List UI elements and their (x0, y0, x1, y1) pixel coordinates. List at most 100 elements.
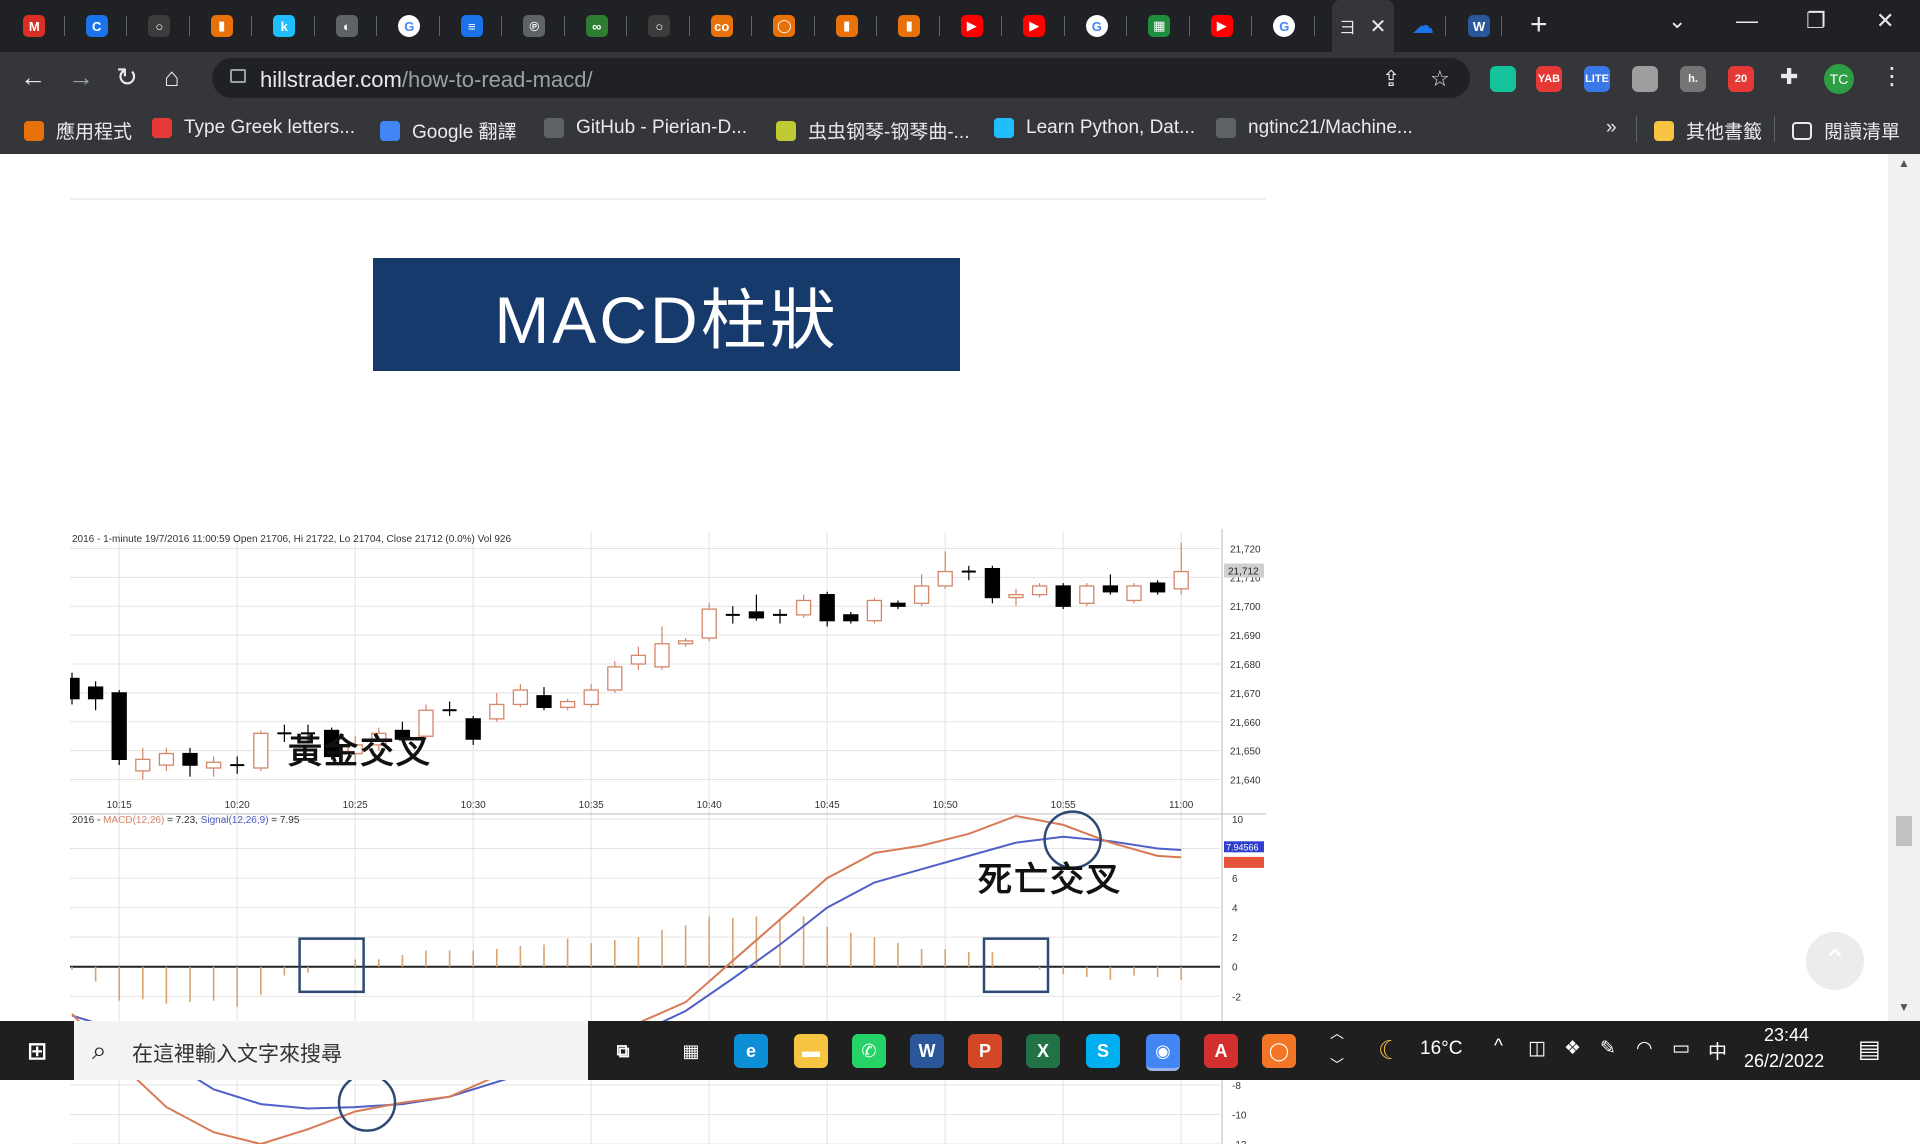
candle-body (654, 643, 670, 668)
bookmark-item[interactable]: Type Greek letters... (152, 117, 355, 139)
youtube-icon: ▶ (1023, 15, 1046, 37)
tab-9[interactable]: ∞ (567, 0, 627, 52)
bookmark-star-icon[interactable]: ☆ (1430, 66, 1450, 92)
task-view-icon[interactable]: ⧉ (606, 1034, 640, 1068)
globe-icon: ◐ (335, 15, 358, 37)
tab-3[interactable]: ▮ (192, 0, 252, 52)
scrollbar-thumb[interactable] (1896, 816, 1912, 846)
time-tick-label: 10:25 (343, 800, 368, 811)
bookmark-item[interactable]: GitHub - Pierian-D... (544, 117, 747, 139)
office-icon[interactable] (1632, 66, 1658, 92)
clock-date[interactable]: 26/2/2022 (1744, 1051, 1824, 1072)
forward-arrow-icon[interactable]: → (68, 62, 94, 92)
share-icon[interactable]: ⇪ (1382, 66, 1400, 92)
menu-kebab-icon[interactable]: ⋮ (1880, 62, 1904, 92)
tab-17[interactable]: G (1067, 0, 1127, 52)
bookmark-item[interactable]: Google 翻譯 (380, 117, 517, 144)
back-arrow-icon[interactable]: ← (20, 62, 46, 92)
h-icon[interactable]: h. (1680, 66, 1706, 92)
tab-4[interactable]: k (254, 0, 315, 52)
tab-10[interactable]: ○ (629, 0, 690, 52)
new-tab-plus-icon[interactable]: + (1530, 10, 1548, 40)
battery-icon[interactable]: ▭ (1672, 1037, 1690, 1060)
notification-icon[interactable]: ▤ (1858, 1035, 1881, 1064)
tab-word[interactable]: W (1456, 0, 1502, 52)
jupyter-icon[interactable]: ◯ (1262, 1034, 1296, 1068)
windows-start-icon[interactable]: ⊞ (20, 1034, 54, 1068)
tab-8[interactable]: ℗ (504, 0, 565, 52)
show-hidden-icons-icon[interactable]: ^ (1494, 1036, 1503, 1058)
tray-overflow-down-icon[interactable]: ﹀ (1330, 1055, 1344, 1075)
excel-icon[interactable]: X (1026, 1034, 1060, 1068)
meet-now-icon[interactable]: ◫ (1528, 1037, 1546, 1060)
minimize-icon[interactable]: — (1736, 8, 1758, 34)
weather-temp[interactable]: 16°C (1420, 1038, 1462, 1060)
dropbox-icon[interactable]: ❖ (1564, 1037, 1581, 1060)
macd-tick-label: -12 (1232, 1140, 1247, 1144)
word-icon[interactable]: W (910, 1034, 944, 1068)
reload-icon[interactable]: ↻ (116, 62, 138, 92)
scroll-up-arrow-icon[interactable]: ▲ (1898, 156, 1910, 170)
page-scrollbar[interactable]: ▲ ▼ (1888, 154, 1920, 1021)
tab-14[interactable]: ▮ (879, 0, 940, 52)
tab-search-chevron-icon[interactable]: ⌄ (1668, 8, 1686, 34)
yab-icon[interactable]: YAB (1536, 66, 1562, 92)
tray-overflow-up-icon[interactable]: ︿ (1330, 1023, 1344, 1043)
tab-2[interactable]: ○ (129, 0, 190, 52)
extensions-puzzle-icon[interactable]: ✚ (1780, 62, 1798, 92)
tab-1[interactable]: C (67, 0, 127, 52)
tab-7[interactable]: ≡ (442, 0, 502, 52)
ime-indicator[interactable]: 中 (1708, 1037, 1727, 1064)
tab-5[interactable]: ◐ (317, 0, 377, 52)
moon-weather-icon[interactable]: ☾ (1378, 1035, 1401, 1066)
home-icon[interactable]: ⌂ (164, 62, 180, 92)
skype-icon[interactable]: S (1086, 1034, 1120, 1068)
edge-icon[interactable]: e (734, 1034, 768, 1068)
clock-time[interactable]: 23:44 (1764, 1025, 1809, 1046)
scroll-down-arrow-icon[interactable]: ▼ (1898, 1000, 1910, 1014)
grammarly-icon[interactable] (1490, 66, 1516, 92)
bookmark-item[interactable]: 虫虫钢琴-钢琴曲-... (776, 117, 970, 144)
lite-icon[interactable]: LITE (1584, 66, 1610, 92)
price-tick-label: 21,700 (1230, 602, 1261, 613)
chrome-icon[interactable]: ◉ (1146, 1034, 1180, 1071)
tab-16[interactable]: ▶ (1004, 0, 1065, 52)
bookmark-item[interactable]: 應用程式 (24, 117, 132, 144)
file-explorer-icon[interactable]: ▬ (794, 1034, 828, 1068)
store-icon[interactable]: ▦ (674, 1034, 708, 1068)
pen-icon[interactable]: ✎ (1600, 1037, 1616, 1060)
tab-6[interactable]: G (379, 0, 440, 52)
bookmarks-more-icon[interactable]: » (1606, 117, 1617, 139)
tab-11[interactable]: co (692, 0, 752, 52)
active-tab[interactable]: 彐 ✕ (1332, 0, 1394, 52)
acrobat-icon[interactable]: A (1204, 1034, 1238, 1068)
wifi-icon[interactable]: ◠ (1636, 1037, 1653, 1060)
bookmark-item[interactable]: Learn Python, Dat... (994, 117, 1195, 139)
tab-20[interactable]: G (1254, 0, 1315, 52)
tab-13[interactable]: ▮ (817, 0, 877, 52)
abp-icon[interactable]: 20 (1728, 66, 1754, 92)
tab-onedrive[interactable]: ☁ (1400, 0, 1446, 52)
macd-tick-label: 6 (1232, 874, 1238, 885)
close-icon[interactable]: ✕ (1370, 14, 1387, 39)
macd-tick-label: -10 (1232, 1110, 1247, 1121)
bookmark-item[interactable]: ngtinc21/Machine... (1216, 117, 1413, 139)
other-bookmarks[interactable]: 其他書籤 (1654, 117, 1762, 144)
restore-icon[interactable]: ❐ (1806, 8, 1826, 34)
tab-15[interactable]: ▶ (942, 0, 1002, 52)
url-text[interactable]: hillstrader.com/how-to-read-macd/ (260, 67, 593, 93)
close-window-icon[interactable]: ✕ (1876, 8, 1894, 34)
whatsapp-icon[interactable]: ✆ (852, 1034, 886, 1068)
profile-avatar[interactable]: TC (1824, 64, 1854, 94)
taskbar-search-box[interactable]: ⌕ 在這裡輸入文字來搜尋 (74, 1021, 588, 1080)
powerpoint-icon[interactable]: P (968, 1034, 1002, 1068)
tab-19[interactable]: ▶ (1192, 0, 1252, 52)
address-bar[interactable]: hillstrader.com/how-to-read-macd/ ⇪ ☆ (212, 58, 1470, 98)
scroll-to-top-button[interactable]: ⌃ (1806, 932, 1864, 990)
tab-18[interactable]: ▦ (1129, 0, 1190, 52)
tab-12[interactable]: ◯ (754, 0, 815, 52)
notebook-icon: ▮ (210, 15, 233, 37)
tab-0[interactable]: M (4, 0, 65, 52)
candle-body (913, 585, 930, 604)
reading-list[interactable]: 閱讀清單 (1792, 117, 1900, 144)
